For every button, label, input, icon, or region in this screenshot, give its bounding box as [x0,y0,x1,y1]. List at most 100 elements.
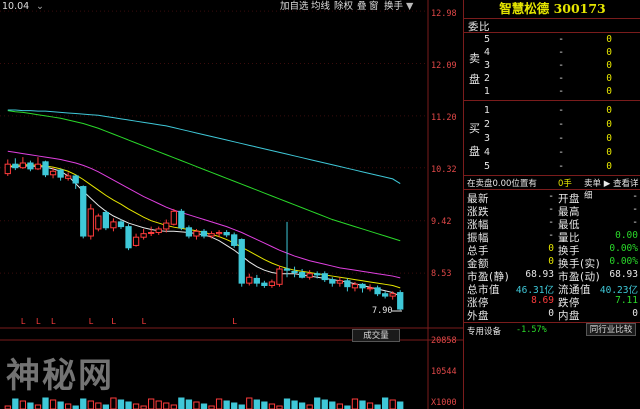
candle-body [208,233,215,237]
volume-bar [381,397,389,409]
industry-compare-button[interactable]: 同行业比较 [586,323,636,336]
volume-bar [359,400,366,409]
candle-body [268,281,276,286]
candle-body [397,292,404,310]
sell-level: 2 [484,73,491,84]
volume-bar [102,404,110,409]
candle [283,221,291,278]
buy-price: - [558,133,564,144]
volume-bar [87,400,94,409]
price-tick: 12.98 [431,9,457,19]
candle [19,157,27,169]
stat-label: 外盘 [467,310,489,322]
moving-average-lines [7,109,401,297]
volume-bar [117,399,125,409]
stat-value: 0 [548,308,554,319]
candle-body [132,236,140,246]
divider [464,175,640,176]
candle-body [27,162,34,170]
candle-body [215,231,223,235]
volume-bar [155,400,162,409]
candle [336,277,343,287]
candle-body [72,175,79,184]
volume-bar [306,404,313,409]
volume-bar [49,399,57,409]
kline-chart-panel[interactable]: L L L L L L L 10.04 ⌄ 加自选 均线 除权 叠 窗 换手 ▼ 12.98… [0,0,463,409]
buy-side-label: 盘 [469,145,481,158]
ex-rights-button[interactable]: 除权 [334,0,353,14]
candle [208,231,215,239]
stat-value: 68.93 [609,269,638,280]
candle-body [4,163,11,175]
l-marker: L [21,317,26,326]
sell-level: 4 [484,47,491,58]
ma-line-3 [7,150,401,279]
candle [34,157,42,171]
price-tick: 12.09 [431,61,457,71]
candle-body [314,273,321,276]
candle [42,160,49,178]
candle [102,210,110,231]
stat-value: - [632,191,638,202]
stat-value: 0 [548,256,554,267]
buy-level: 3 [484,133,491,144]
volume-bar [374,404,381,409]
candle [148,226,155,237]
sell-price: - [558,73,564,84]
candle-body [87,208,94,237]
window-button[interactable]: 窗 [369,0,379,14]
price-tick: 8.53 [431,269,452,279]
volume-indicator-button[interactable]: 成交量 [352,329,400,342]
volume-bars [4,397,404,409]
candle-body [253,277,260,284]
stock-title: 智慧松德 300173 [499,1,606,16]
volume-bar [336,403,343,409]
l-marker: L [232,317,237,326]
stat-value: - [632,204,638,215]
moving-average-button[interactable]: 均线 [311,0,330,14]
volume-bar [351,398,359,409]
buy-level: 1 [484,105,491,116]
l-marker: L [111,317,116,326]
candle-body [321,273,328,281]
chevron-down-icon[interactable]: ⌄ [36,0,44,14]
candle [344,278,351,292]
candle-body [155,228,162,233]
volume-bar [80,398,87,409]
l-marker: L [51,317,56,326]
candle [381,291,389,299]
candle [366,284,374,292]
volume-bar [314,397,321,409]
candle [185,225,193,239]
divider [464,32,640,33]
sell-volume: 0 [606,47,612,58]
volume-bar [200,403,208,409]
switch-button[interactable]: 换手 [384,0,403,14]
candle [298,269,306,279]
l-marker: L [142,317,147,326]
watermark-logo: 神秘网 [6,356,114,396]
top-left-price: 10.04 [2,1,30,12]
stat-value: 0 [548,243,554,254]
candle [238,238,245,287]
candle-body [102,211,110,229]
volume-bar [110,397,117,409]
candle-body [381,293,389,297]
overlay-button[interactable]: 叠 [357,0,367,14]
toolbar-menu-icon[interactable]: ▼ [406,0,413,14]
candle [178,208,185,231]
candle-body [178,210,185,229]
stat-value: 0 [632,308,638,319]
candle-body [261,282,268,286]
stat-value: 0.00 [615,230,638,241]
sell-volume: 0 [606,34,612,45]
candle-body [200,230,208,237]
buy-price: - [558,105,564,116]
sell-price: - [558,86,564,97]
buy-volume: 0 [606,119,612,130]
volume-bar [283,398,291,409]
candle [4,159,11,176]
stat-value: - [548,217,554,228]
candle [155,226,162,235]
add-favorite-button[interactable]: 加自选 [280,0,309,14]
